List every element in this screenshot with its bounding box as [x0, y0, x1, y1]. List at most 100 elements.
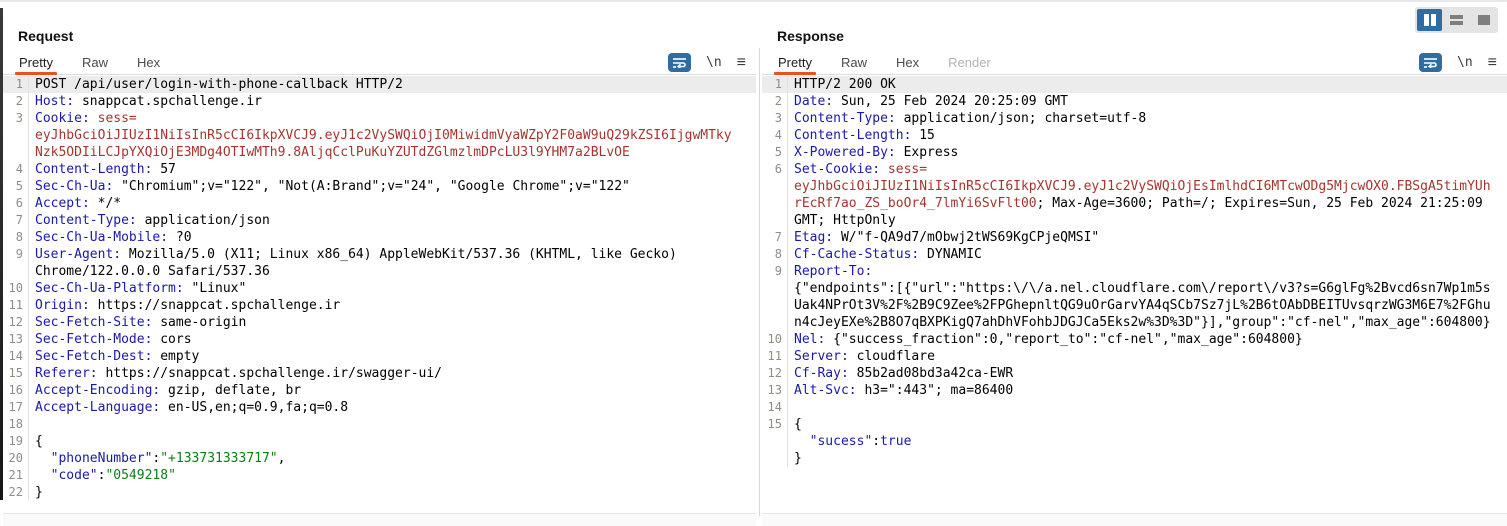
- request-editor[interactable]: 1 POST /api/user/login-with-phone-callbac…: [3, 76, 756, 513]
- code-line: 11 Origin: https://snappcat.spchallenge.i…: [3, 297, 756, 314]
- code-line: 14 Sec-Fetch-Dest: empty: [3, 348, 756, 365]
- word-wrap-icon[interactable]: [668, 53, 691, 72]
- code-text: {: [35, 434, 43, 449]
- line-number: 9: [3, 246, 29, 263]
- line-number: 19: [3, 433, 29, 450]
- code-line: 14: [762, 399, 1507, 416]
- code-text: Chrome/122.0.0.0 Safari/537.36: [35, 264, 270, 279]
- code-text: Sec-Fetch-Site: same-origin: [35, 315, 247, 330]
- line-number: [762, 297, 788, 314]
- line-number: 21: [3, 467, 29, 484]
- line-number: 17: [3, 399, 29, 416]
- code-text: Nel: {"success_fraction":0,"report_to":"…: [794, 332, 1303, 347]
- line-number: 9: [762, 263, 788, 280]
- code-text: Content-Type: application/json; charset=…: [794, 111, 1147, 126]
- code-line: 11 Server: cloudflare: [762, 348, 1507, 365]
- code-line: 21 "code":"0549218": [3, 467, 756, 484]
- code-text: Accept: */*: [35, 196, 122, 211]
- line-number: 12: [762, 365, 788, 382]
- code-line: eyJhbGciOiJIUzI1NiIsInR5cCI6IkpXVCJ9.eyJ…: [3, 127, 756, 144]
- response-tab-tools: \n ≡: [1419, 50, 1497, 75]
- code-line: eyJhbGciOiJIUzI1NiIsInR5cCI6IkpXVCJ9.eyJ…: [762, 178, 1507, 195]
- code-line: 4 Content-Length: 15: [762, 127, 1507, 144]
- code-line: rEcRf7ao_ZS_boOr4_7lmYi6SvFlt00; Max-Age…: [762, 195, 1507, 212]
- line-number: 20: [3, 450, 29, 467]
- newline-toggle-icon[interactable]: \n: [706, 55, 722, 70]
- code-text: Uak4NPrOt3V%2F%2B9C9Zee%2FPGhepnltQG9uOr…: [794, 298, 1491, 313]
- response-tab-raw[interactable]: Raw: [841, 50, 867, 75]
- code-text: rEcRf7ao_ZS_boOr4_7lmYi6SvFlt00; Max-Age…: [794, 196, 1483, 211]
- line-number: 11: [3, 297, 29, 314]
- code-text: Content-Length: 15: [794, 128, 935, 143]
- line-number: 16: [3, 382, 29, 399]
- code-line: 7 Content-Type: application/json: [3, 212, 756, 229]
- line-number: 6: [3, 195, 29, 212]
- request-bottom-strip: [3, 513, 756, 526]
- request-tabbar: Pretty Raw Hex: [3, 50, 756, 75]
- code-text: X-Powered-By: Express: [794, 145, 959, 160]
- code-line: 4 Content-Length: 57: [3, 161, 756, 178]
- code-line: 15 {: [762, 416, 1507, 433]
- code-line: 12 Cf-Ray: 85b2ad08bd3a42ca-EWR: [762, 365, 1507, 382]
- word-wrap-icon[interactable]: [1419, 53, 1442, 72]
- menu-icon[interactable]: ≡: [737, 54, 746, 72]
- code-text: "sucess":true: [794, 434, 912, 449]
- request-tab-pretty[interactable]: Pretty: [15, 50, 57, 75]
- response-tab-render: Render: [948, 54, 991, 70]
- response-title: Response: [777, 28, 844, 44]
- response-tab-hex[interactable]: Hex: [896, 50, 919, 75]
- line-number: 13: [762, 382, 788, 399]
- code-line: Nzk5ODIiLCJpYXQiOjE3MDg4OTIwMTh9.8AljqCc…: [3, 144, 756, 161]
- code-line: 13 Alt-Svc: h3=":443"; ma=86400: [762, 382, 1507, 399]
- code-text: POST /api/user/login-with-phone-callback…: [35, 77, 403, 92]
- code-text: Sec-Ch-Ua-Platform: "Linux": [35, 281, 247, 296]
- line-number: 18: [3, 416, 29, 433]
- code-text: {"endpoints":[{"url":"https:\/\/a.nel.cl…: [794, 281, 1491, 296]
- code-text: Etag: W/"f-QA9d7/mObwj2tWS69KgCPjeQMSI": [794, 230, 1100, 245]
- code-line: 2 Host: snappcat.spchallenge.ir: [3, 93, 756, 110]
- panel-divider[interactable]: [759, 48, 760, 516]
- code-text: Sec-Ch-Ua-Mobile: ?0: [35, 230, 192, 245]
- code-text: eyJhbGciOiJIUzI1NiIsInR5cCI6IkpXVCJ9.eyJ…: [794, 179, 1491, 194]
- code-text: Sec-Ch-Ua: "Chromium";v="122", "Not(A:Br…: [35, 179, 630, 194]
- line-number: 10: [762, 331, 788, 348]
- request-tab-hex[interactable]: Hex: [137, 50, 160, 75]
- line-number: 3: [762, 110, 788, 127]
- code-line: 5 Sec-Ch-Ua: "Chromium";v="122", "Not(A:B…: [3, 178, 756, 195]
- message-editor: Request Pretty Raw Hex \n ≡ 1 POST /api/u…: [0, 0, 1507, 526]
- code-text: Referer: https://snappcat.spchallenge.ir…: [35, 366, 442, 381]
- code-text: Date: Sun, 25 Feb 2024 20:25:09 GMT: [794, 94, 1068, 109]
- line-number: [762, 450, 788, 467]
- line-number: 6: [762, 161, 788, 178]
- request-tab-raw[interactable]: Raw: [82, 50, 108, 75]
- code-line: 8 Cf-Cache-Status: DYNAMIC: [762, 246, 1507, 263]
- code-line: 7 Etag: W/"f-QA9d7/mObwj2tWS69KgCPjeQMSI": [762, 229, 1507, 246]
- line-number: 5: [3, 178, 29, 195]
- response-tab-pretty[interactable]: Pretty: [774, 50, 816, 75]
- response-editor[interactable]: 1 HTTP/2 200 OK 2 Date: Sun, 25 Feb 2024 20…: [762, 76, 1507, 513]
- line-number: 4: [3, 161, 29, 178]
- code-line: }: [762, 450, 1507, 467]
- code-line: 18: [3, 416, 756, 433]
- code-text: Server: cloudflare: [794, 349, 935, 364]
- code-line: 9 Report-To:: [762, 263, 1507, 280]
- code-line: 2 Date: Sun, 25 Feb 2024 20:25:09 GMT: [762, 93, 1507, 110]
- line-number: 1: [3, 76, 29, 93]
- line-number: [762, 212, 788, 229]
- line-number: 15: [762, 416, 788, 433]
- menu-icon[interactable]: ≡: [1488, 54, 1497, 72]
- code-line: 3 Content-Type: application/json; charset…: [762, 110, 1507, 127]
- code-line: Chrome/122.0.0.0 Safari/537.36: [3, 263, 756, 280]
- newline-toggle-icon[interactable]: \n: [1457, 55, 1473, 70]
- line-number: 7: [3, 212, 29, 229]
- code-line: n4cJeyEXe%2B8O7qBXPKigQ7ahDhVFohbJDGJCa5…: [762, 314, 1507, 331]
- code-text: "code":"0549218": [35, 468, 176, 483]
- code-line: 1 HTTP/2 200 OK: [762, 76, 1507, 93]
- code-line: 6 Set-Cookie: sess=: [762, 161, 1507, 178]
- code-line: 19 {: [3, 433, 756, 450]
- code-line: 13 Sec-Fetch-Mode: cors: [3, 331, 756, 348]
- code-text: Nzk5ODIiLCJpYXQiOjE3MDg4OTIwMTh9.8AljqCc…: [35, 145, 630, 160]
- response-tabbar: Pretty Raw Hex Render: [762, 50, 1507, 75]
- request-title: Request: [18, 28, 74, 44]
